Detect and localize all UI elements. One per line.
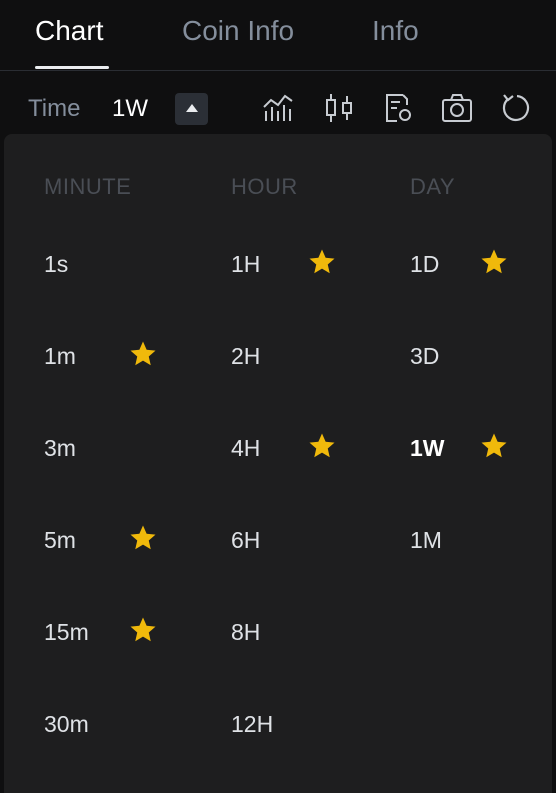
interval-option-5m[interactable]: 5m xyxy=(44,526,76,554)
interval-option-30m[interactable]: 30m xyxy=(44,710,89,738)
interval-option-2h[interactable]: 2H xyxy=(231,342,260,370)
camera-icon[interactable] xyxy=(440,91,474,125)
favorite-star-icon[interactable] xyxy=(307,431,337,461)
interval-option-1h[interactable]: 1H xyxy=(231,250,260,278)
favorite-star-icon[interactable] xyxy=(128,615,158,645)
favorite-star-icon[interactable] xyxy=(479,247,509,277)
active-tab-indicator xyxy=(35,66,109,69)
day-header: DAY xyxy=(410,174,456,199)
interval-option-15m[interactable]: 15m xyxy=(44,618,89,646)
interval-option-1m[interactable]: 1m xyxy=(44,342,76,370)
refresh-icon[interactable] xyxy=(500,91,534,125)
interval-option-3d[interactable]: 3D xyxy=(410,342,439,370)
favorite-star-icon[interactable] xyxy=(128,339,158,369)
interval-option-3m[interactable]: 3m xyxy=(44,434,76,462)
chart-toolbar: Time 1W xyxy=(0,71,556,135)
hour-header: HOUR xyxy=(231,174,298,199)
interval-option-8h[interactable]: 8H xyxy=(231,618,260,646)
bar-chart-icon[interactable] xyxy=(261,91,295,125)
interval-option-1mo[interactable]: 1M xyxy=(410,526,442,554)
interval-option-1w-selected[interactable]: 1W xyxy=(410,434,445,462)
chart-settings-icon[interactable] xyxy=(381,91,415,125)
favorite-star-icon[interactable] xyxy=(128,523,158,553)
interval-value[interactable]: 1W xyxy=(112,95,148,123)
candlestick-icon[interactable] xyxy=(322,91,356,125)
interval-option-4h[interactable]: 4H xyxy=(231,434,260,462)
time-label: Time xyxy=(28,95,81,122)
interval-option-1s[interactable]: 1s xyxy=(44,250,68,278)
minute-header: MINUTE xyxy=(44,174,132,199)
favorite-star-icon[interactable] xyxy=(479,431,509,461)
interval-collapse-button[interactable] xyxy=(175,93,208,125)
interval-option-6h[interactable]: 6H xyxy=(231,526,260,554)
interval-option-12h[interactable]: 12H xyxy=(231,710,273,738)
tab-chart[interactable]: Chart xyxy=(35,14,103,48)
tab-bar: Chart Coin Info Info xyxy=(0,0,556,71)
tab-info[interactable]: Info xyxy=(372,14,419,48)
tab-coin-info[interactable]: Coin Info xyxy=(182,14,294,48)
favorite-star-icon[interactable] xyxy=(307,247,337,277)
interval-picker-panel: MINUTE HOUR DAY 1s 1m 3m 5m 15m 30m 1H 2… xyxy=(4,134,552,793)
interval-option-1d[interactable]: 1D xyxy=(410,250,439,278)
